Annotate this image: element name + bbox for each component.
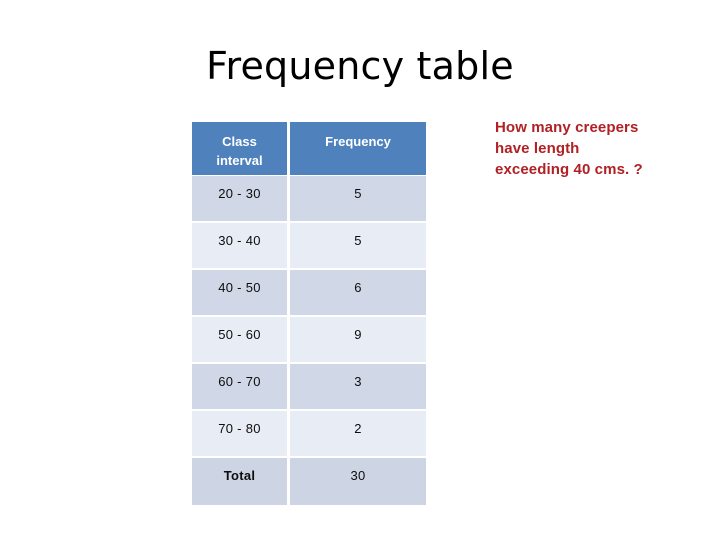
cell-frequency: 5 bbox=[290, 176, 426, 223]
cell-frequency: 5 bbox=[290, 223, 426, 270]
column-header-class-interval-line2: interval bbox=[216, 153, 263, 168]
page-title: Frequency table bbox=[206, 44, 514, 88]
cell-class-interval: 70 - 80 bbox=[192, 411, 290, 458]
question-line-1: How many creepers bbox=[495, 119, 639, 136]
table-row: 40 - 50 6 bbox=[192, 270, 426, 317]
table-header-row: Class interval Frequency bbox=[192, 122, 426, 176]
column-header-frequency-line1: Frequency bbox=[325, 134, 391, 149]
table-row: 30 - 40 5 bbox=[192, 223, 426, 270]
table-row: 20 - 30 5 bbox=[192, 176, 426, 223]
table-body: 20 - 30 5 30 - 40 5 40 - 50 6 50 - 60 9 … bbox=[192, 176, 426, 505]
question-callout: How many creepers have length exceeding … bbox=[495, 117, 695, 180]
cell-class-interval: 30 - 40 bbox=[192, 223, 290, 270]
question-line-2: have length bbox=[495, 140, 580, 157]
cell-class-interval: 60 - 70 bbox=[192, 364, 290, 411]
table-row-total: Total 30 bbox=[192, 458, 426, 505]
cell-frequency: 9 bbox=[290, 317, 426, 364]
table-row: 70 - 80 2 bbox=[192, 411, 426, 458]
column-header-class-interval-line1: Class bbox=[222, 134, 257, 149]
cell-class-interval: 50 - 60 bbox=[192, 317, 290, 364]
cell-total-frequency: 30 bbox=[290, 458, 426, 505]
frequency-table: Class interval Frequency 20 - 30 5 30 - … bbox=[192, 122, 426, 505]
cell-frequency: 2 bbox=[290, 411, 426, 458]
cell-class-interval: 20 - 30 bbox=[192, 176, 290, 223]
cell-total-label: Total bbox=[192, 458, 290, 505]
table-header: Class interval Frequency bbox=[192, 122, 426, 176]
question-line-3: exceeding 40 cms. ? bbox=[495, 161, 643, 178]
cell-frequency: 6 bbox=[290, 270, 426, 317]
column-header-class-interval: Class interval bbox=[192, 122, 290, 176]
cell-class-interval: 40 - 50 bbox=[192, 270, 290, 317]
table-row: 50 - 60 9 bbox=[192, 317, 426, 364]
table-row: 60 - 70 3 bbox=[192, 364, 426, 411]
column-header-frequency: Frequency bbox=[290, 122, 426, 176]
slide-canvas: Frequency table Class interval Frequency… bbox=[0, 0, 720, 540]
cell-frequency: 3 bbox=[290, 364, 426, 411]
